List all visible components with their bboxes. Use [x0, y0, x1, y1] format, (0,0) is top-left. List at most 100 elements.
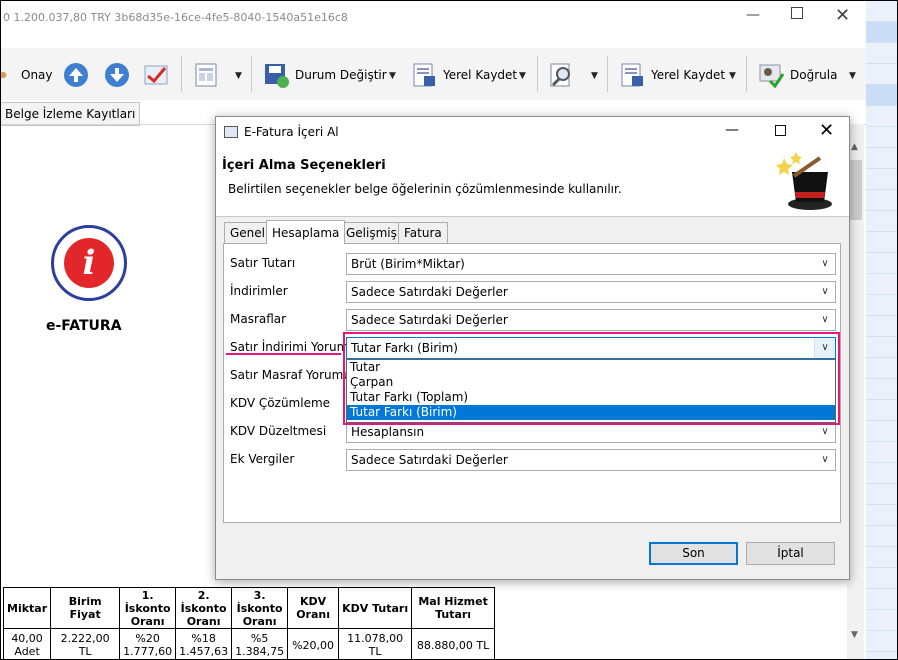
dialog-header: İçeri Alma Seçenekleri Belirtilen seçene… — [216, 148, 849, 217]
move-down-button[interactable] — [104, 58, 130, 92]
line-amount-select[interactable]: Brüt (Birim*Miktar) ∨ — [346, 253, 836, 275]
close-icon[interactable]: ✕ — [835, 5, 850, 26]
background-titlebar: 0 1.200.037,80 TRY 3b68d35e-16ce-4fe5-80… — [1, 1, 866, 37]
option-multiplier[interactable]: Çarpan — [347, 375, 835, 390]
chevron-down-icon[interactable]: ∨ — [814, 254, 835, 274]
maximize-icon[interactable] — [791, 7, 803, 19]
local-save-dropdown-icon-1[interactable]: ▼ — [519, 71, 526, 81]
scroll-up-icon[interactable]: ▲ — [851, 142, 858, 152]
preview-dropdown-icon[interactable]: ▼ — [591, 71, 598, 81]
screen-frame: 0 1.200.037,80 TRY 3b68d35e-16ce-4fe5-80… — [0, 0, 898, 660]
chevron-down-icon[interactable]: ∨ — [814, 282, 835, 302]
tab-invoice-content[interactable]: Fatura İçeriği — [398, 222, 448, 260]
header-quantity: Miktar — [2, 587, 52, 629]
tab-advanced[interactable]: Gelişmiş — [340, 222, 403, 243]
check-button[interactable] — [143, 58, 169, 92]
verify-user-icon — [759, 64, 784, 88]
chevron-down-icon[interactable]: ∨ — [814, 310, 835, 330]
document-dropdown-icon[interactable]: ▼ — [235, 71, 242, 81]
dialog-titlebar: E-Fatura İçeri Al — ✕ — [216, 117, 849, 148]
line-amount-label: Satır Tutarı — [230, 256, 296, 270]
chevron-down-icon[interactable]: ∨ — [814, 338, 835, 358]
magnifier-icon — [550, 63, 570, 87]
cell-quantity: 40,00 Adet — [2, 628, 52, 659]
toolbar: Onay ▼ Durum Değiştir ▼ Yerel Kaydet ▼ ▼… — [1, 48, 866, 100]
status-change-button[interactable]: Durum Değiştir — [263, 58, 387, 92]
extra-taxes-select[interactable]: Sadece Satırdaki Değerler ∨ — [346, 449, 836, 471]
discounts-value: Sadece Satırdaki Değerler — [351, 285, 508, 299]
option-amount-diff-total[interactable]: Tutar Farkı (Toplam) — [347, 390, 835, 405]
dialog-title: E-Fatura İçeri Al — [244, 125, 339, 139]
tab-calculation[interactable]: Hesaplama — [266, 220, 346, 244]
local-save-label-2: Yerel Kaydet — [651, 68, 726, 82]
status-dropdown-icon[interactable]: ▼ — [389, 71, 396, 81]
local-save-dropdown-icon-2[interactable]: ▼ — [729, 71, 736, 81]
option-amount[interactable]: Tutar — [347, 360, 835, 375]
logo-letter: i — [64, 238, 114, 288]
extra-taxes-label: Ek Vergiler — [230, 452, 295, 466]
dialog-heading: İçeri Alma Seçenekleri — [222, 158, 386, 173]
magic-hat-icon — [776, 152, 832, 210]
tab-document-tracking[interactable]: Belge İzleme Kayıtları — [1, 102, 141, 126]
header-goods-amount: Mal Hizmet Tutarı — [411, 587, 496, 629]
expenses-value: Sadece Satırdaki Değerler — [351, 313, 508, 327]
dialog-maximize-icon[interactable] — [775, 125, 786, 136]
line-discount-interpretation-label: Satır İndirimi Yorumu — [230, 340, 356, 354]
expenses-select[interactable]: Sadece Satırdaki Değerler ∨ — [346, 309, 836, 331]
header-vat-rate: KDV Oranı — [287, 587, 340, 629]
verify-dropdown-icon[interactable]: ▼ — [849, 71, 856, 81]
highlight-underline — [226, 353, 341, 355]
window-icon — [224, 126, 238, 138]
document-icon — [195, 63, 217, 87]
dialog-subtitle: Belirtilen seçenekler belge öğelerinin ç… — [228, 182, 622, 196]
table-row: 40,00 Adet 2.222,00 TL %20 1.777,60 %18 … — [2, 628, 496, 659]
option-amount-diff-unit[interactable]: Tutar Farkı (Birim) — [347, 405, 835, 420]
preview-button[interactable] — [549, 58, 575, 92]
scroll-down-icon[interactable]: ▼ — [851, 630, 858, 640]
line-discount-interpretation-select[interactable]: Tutar Farkı (Birim) ∨ — [346, 337, 836, 359]
line-amount-value: Brüt (Birim*Miktar) — [351, 257, 465, 271]
window-title: 0 1.200.037,80 TRY 3b68d35e-16ce-4fe5-80… — [3, 11, 348, 24]
vat-correction-label: KDV Düzeltmesi — [230, 424, 327, 438]
dialog-close-icon[interactable]: ✕ — [819, 120, 834, 141]
local-save-icon-2 — [621, 63, 643, 87]
status-save-icon — [265, 64, 289, 88]
header-vat-amount: KDV Tutarı — [338, 587, 413, 629]
verify-button[interactable]: Doğrula — [758, 58, 837, 92]
cell-vat-rate: %20,00 — [287, 628, 340, 659]
line-discount-interpretation-value: Tutar Farkı (Birim) — [351, 341, 458, 355]
chevron-down-icon[interactable]: ∨ — [814, 422, 835, 442]
expenses-label: Masraflar — [230, 312, 287, 326]
dialog-minimize-icon[interactable]: — — [725, 122, 739, 138]
finish-button[interactable]: Son — [649, 542, 738, 565]
document-button[interactable] — [193, 58, 219, 92]
cell-discount-2: %18 1.457,63 — [175, 628, 233, 659]
invoice-table: Miktar Birim Fiyat 1. İskonto Oranı 2. İ… — [2, 587, 496, 659]
header-discount-3: 3. İskonto Oranı — [231, 587, 289, 629]
minimize-icon[interactable]: — — [746, 7, 760, 23]
cell-discount-1: %20 1.777,60 — [119, 628, 177, 659]
cell-discount-3: %5 1.384,75 — [231, 628, 289, 659]
verify-label: Doğrula — [790, 68, 838, 82]
vat-correction-select[interactable]: Hesaplansın ∨ — [346, 421, 836, 443]
vat-correction-value: Hesaplansın — [351, 425, 425, 439]
local-save-label-1: Yerel Kaydet — [443, 68, 518, 82]
scroll-thumb[interactable] — [849, 160, 862, 220]
chevron-down-icon[interactable]: ∨ — [814, 450, 835, 470]
tab-general[interactable]: Genel — [224, 222, 272, 243]
header-discount-2: 2. İskonto Oranı — [175, 587, 233, 629]
arrow-up-icon — [64, 63, 88, 87]
approve-button[interactable]: Onay — [1, 58, 53, 92]
efatura-label: e-FATURA — [46, 318, 122, 334]
import-dialog: E-Fatura İçeri Al — ✕ İçeri Alma Seçenek… — [215, 116, 850, 580]
line-expense-interpretation-label: Satır Masraf Yorumu — [230, 368, 351, 382]
line-discount-options-list: Tutar Çarpan Tutar Farkı (Toplam) Tutar … — [346, 359, 836, 423]
local-save-button-2[interactable]: Yerel Kaydet — [619, 58, 725, 92]
local-save-button-1[interactable]: Yerel Kaydet — [411, 58, 517, 92]
arrow-down-icon — [105, 63, 129, 87]
checklist-icon — [144, 65, 168, 85]
cancel-button[interactable]: İptal — [746, 542, 835, 565]
move-up-button[interactable] — [63, 58, 89, 92]
cell-vat-amount: 11.078,00 TL — [338, 628, 413, 659]
discounts-select[interactable]: Sadece Satırdaki Değerler ∨ — [346, 281, 836, 303]
